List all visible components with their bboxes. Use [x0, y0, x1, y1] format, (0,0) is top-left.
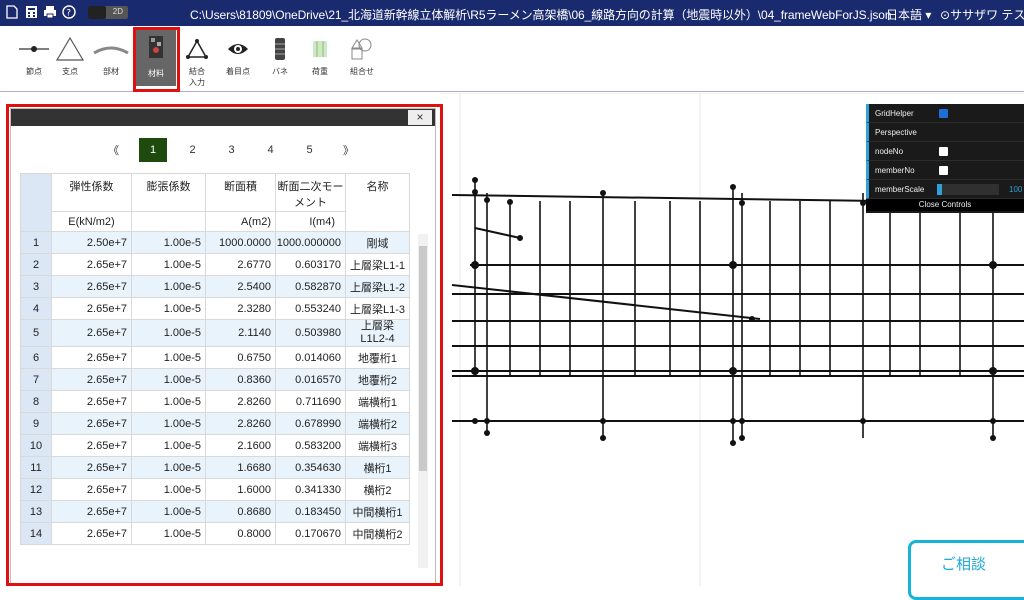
- title-bar: ? 2D C:\Users\81809\OneDrive\21_北海道新幹線立体…: [0, 0, 1024, 26]
- 2d-toggle[interactable]: 2D: [88, 6, 128, 19]
- tool-member-label: 部材: [103, 67, 119, 76]
- user-icon: ⊙: [940, 8, 951, 22]
- tool-joint[interactable]: 結合 入力: [175, 34, 219, 88]
- tool-joint-sublabel: 入力: [189, 78, 205, 87]
- consult-button[interactable]: ご相談: [908, 540, 1024, 600]
- tool-load-label: 荷重: [312, 67, 328, 76]
- member-scale-row[interactable]: memberScale 100: [866, 180, 1024, 199]
- load-icon: [298, 34, 342, 64]
- joint-icon: [175, 34, 219, 64]
- tool-focus-point[interactable]: 着目点: [216, 34, 260, 77]
- user-name: ササザワ テス: [950, 8, 1024, 22]
- grid-helper-row[interactable]: GridHelper: [866, 104, 1024, 123]
- member-scale-label: memberScale: [875, 185, 925, 194]
- highlight-material-panel: [6, 104, 443, 586]
- tool-spring-label: バネ: [272, 67, 288, 76]
- tool-member[interactable]: 部材: [89, 34, 133, 77]
- tool-focus-point-label: 着目点: [226, 67, 250, 76]
- grid-helper-label: GridHelper: [875, 109, 914, 118]
- new-file-icon[interactable]: [4, 4, 20, 20]
- shapes-icon: [340, 34, 384, 64]
- node-no-row[interactable]: nodeNo: [866, 142, 1024, 161]
- member-scale-slider[interactable]: [937, 184, 999, 195]
- tool-joint-label: 結合: [189, 67, 205, 76]
- perspective-row[interactable]: Perspective: [866, 123, 1024, 142]
- 2d-toggle-label: 2D: [112, 7, 123, 16]
- caret-down-icon: ▾: [925, 8, 932, 22]
- svg-text:?: ?: [66, 9, 71, 19]
- tool-support[interactable]: 支点: [48, 34, 92, 77]
- member-no-checkbox[interactable]: [939, 166, 948, 175]
- close-controls-button[interactable]: Close Controls: [866, 199, 1024, 211]
- perspective-label: Perspective: [875, 128, 917, 137]
- calculator-icon[interactable]: [23, 4, 39, 20]
- eye-icon: [216, 34, 260, 64]
- tool-combination-label: 組合せ: [350, 67, 374, 76]
- help-icon[interactable]: ?: [61, 4, 77, 20]
- member-no-label: memberNo: [875, 166, 915, 175]
- language-label: 日本語: [886, 8, 923, 22]
- print-icon[interactable]: [42, 4, 58, 20]
- view-controls-panel: GridHelper Perspective nodeNo memberNo m…: [866, 104, 1024, 213]
- tool-spring[interactable]: バネ: [258, 34, 302, 77]
- language-selector[interactable]: 日本語 ▾: [886, 6, 931, 23]
- support-icon: [48, 34, 92, 64]
- member-icon: [89, 34, 133, 64]
- tool-combination[interactable]: 組合せ: [340, 34, 384, 77]
- member-scale-value[interactable]: 100: [1009, 180, 1022, 199]
- node-no-checkbox[interactable]: [939, 147, 948, 156]
- tool-load[interactable]: 荷重: [298, 34, 342, 77]
- tool-support-label: 支点: [62, 67, 78, 76]
- user-menu[interactable]: ⊙ササザワ テス: [940, 6, 1024, 23]
- file-path: C:\Users\81809\OneDrive\21_北海道新幹線立体解析\R5…: [190, 8, 892, 22]
- spring-icon: [258, 34, 302, 64]
- grid-helper-checkbox[interactable]: [939, 109, 948, 118]
- highlight-material-tool: [133, 27, 180, 92]
- node-no-label: nodeNo: [875, 147, 904, 156]
- member-no-row[interactable]: memberNo: [866, 161, 1024, 180]
